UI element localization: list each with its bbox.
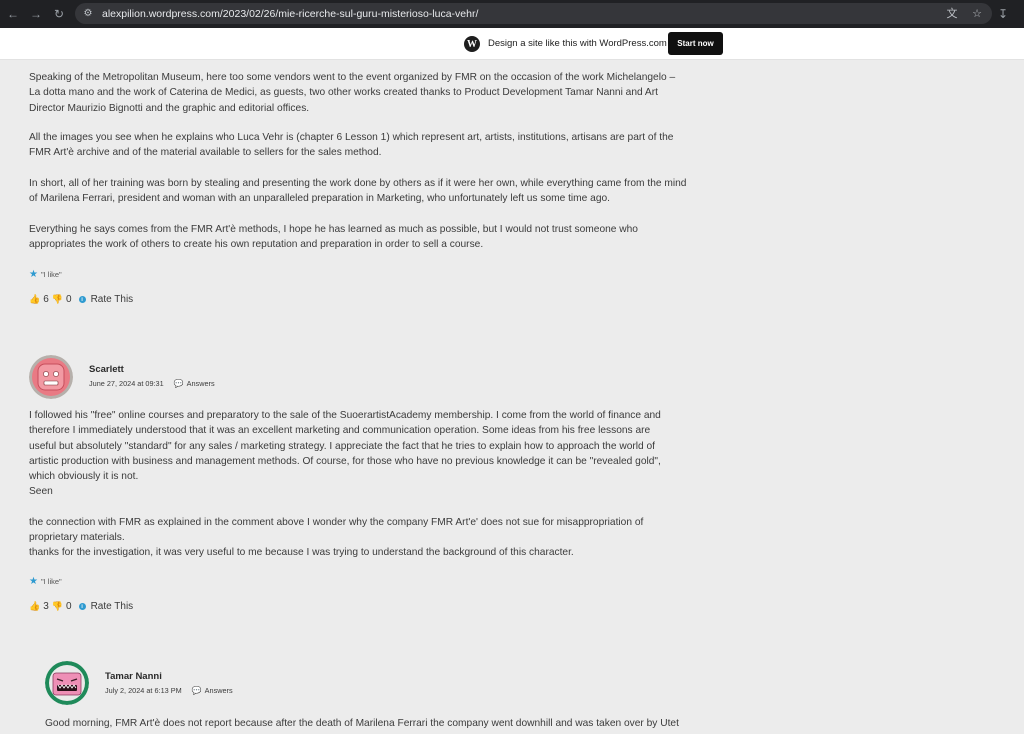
forward-arrow-icon[interactable]: → (28, 6, 44, 22)
banner-text[interactable]: Design a site like this with WordPress.c… (488, 38, 667, 49)
post-paragraph: All the images you see when he explains … (29, 132, 674, 159)
start-now-button[interactable]: Start now (668, 32, 723, 55)
comment-meta: July 2, 2024 at 6:13 PM 💬 Answers (105, 686, 233, 695)
comment-paragraph: I followed his "free" online courses and… (29, 410, 661, 483)
speech-bubble-icon: 💬 (191, 686, 202, 695)
comment-paragraph: thanks for the investigation, it was ver… (29, 547, 574, 558)
speech-bubble-icon: 💬 (173, 379, 184, 388)
up-count: 6 (43, 294, 49, 305)
info-icon[interactable]: i (78, 296, 86, 303)
post-paragraph: Everything he says comes from the FMR Ar… (29, 224, 638, 251)
comment-meta: June 27, 2024 at 09:31 💬 Answers (89, 379, 215, 388)
comment-author[interactable]: Tamar Nanni (105, 671, 162, 682)
avatar[interactable] (45, 661, 89, 705)
like-label: "I like" (40, 270, 62, 279)
translate-icon[interactable]: 文 (945, 6, 959, 20)
rate-this-link[interactable]: Rate This (91, 601, 134, 612)
comment-paragraph: Seen (29, 486, 53, 497)
like-button[interactable]: ★ "I like" (29, 269, 62, 280)
thumbs-up-icon[interactable]: 👍 (29, 601, 40, 612)
reply-label[interactable]: Answers (205, 686, 233, 695)
download-icon[interactable]: ↧ (996, 6, 1010, 22)
comment-date[interactable]: July 2, 2024 at 6:13 PM (105, 686, 182, 695)
reload-icon[interactable]: ↻ (51, 6, 67, 22)
thumbs-up-icon[interactable]: 👍 (29, 294, 40, 305)
comment-date[interactable]: June 27, 2024 at 09:31 (89, 379, 164, 388)
rate-this-link[interactable]: Rate This (91, 294, 134, 305)
comment-paragraph: Good morning, FMR Art'è does not report … (45, 718, 679, 729)
down-count: 0 (66, 601, 72, 612)
bookmark-star-icon[interactable]: ☆ (970, 6, 984, 20)
reply-link[interactable]: 💬 Answers (192, 686, 233, 695)
address-bar[interactable]: ⚙ alexpilion.wordpress.com/2023/02/26/mi… (75, 3, 992, 24)
browser-toolbar: ← → ↻ ⚙ alexpilion.wordpress.com/2023/02… (0, 0, 1024, 28)
post-content: Speaking of the Metropolitan Museum, her… (0, 60, 1024, 734)
comment-paragraph: the connection with FMR as explained in … (29, 517, 644, 544)
like-button[interactable]: ★ "I like" (29, 576, 62, 587)
like-label: "I like" (40, 577, 62, 586)
thumbs-down-icon[interactable]: 👎 (52, 601, 63, 612)
rating-row: 👍 6 👎 0 i Rate This (29, 294, 133, 305)
wordpress-banner: W Design a site like this with WordPress… (0, 28, 1024, 60)
reply-link[interactable]: 💬 Answers (174, 379, 215, 388)
comment-author[interactable]: Scarlett (89, 364, 124, 375)
url-text[interactable]: alexpilion.wordpress.com/2023/02/26/mie-… (102, 8, 478, 20)
star-icon: ★ (29, 576, 38, 587)
info-icon[interactable]: i (78, 603, 86, 610)
star-icon: ★ (29, 269, 38, 280)
post-paragraph: In short, all of her training was born b… (29, 178, 687, 205)
rating-row: 👍 3 👎 0 i Rate This (29, 601, 133, 612)
reply-label[interactable]: Answers (187, 379, 215, 388)
thumbs-down-icon[interactable]: 👎 (52, 294, 63, 305)
wordpress-logo-icon: W (464, 36, 480, 52)
site-info-icon[interactable]: ⚙ (81, 7, 95, 21)
post-paragraph: Speaking of the Metropolitan Museum, her… (29, 72, 676, 114)
back-arrow-icon[interactable]: ← (5, 6, 21, 22)
avatar[interactable] (29, 355, 73, 399)
down-count: 0 (66, 294, 72, 305)
up-count: 3 (43, 601, 49, 612)
